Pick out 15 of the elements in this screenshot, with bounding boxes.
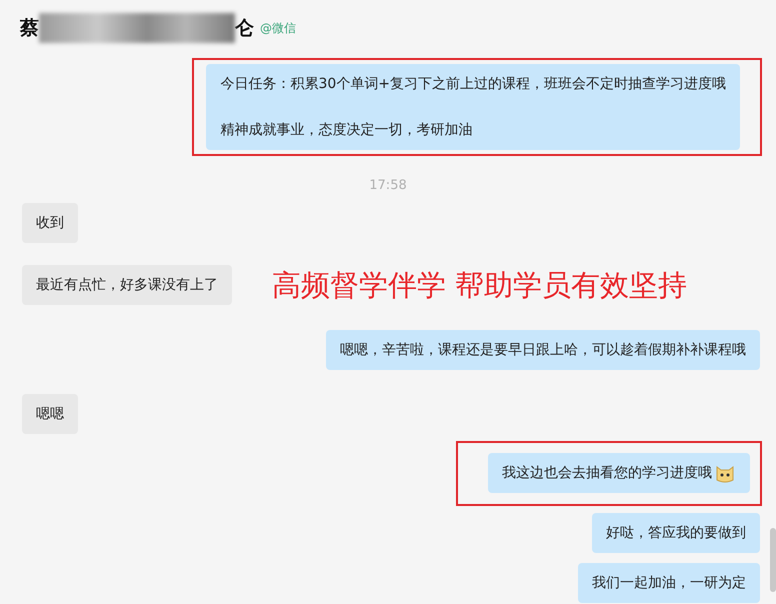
message-text: 收到 — [36, 214, 64, 233]
message-text: 今日任务：积累30个单词+复习下之前上过的课程，班班会不定时抽查学习进度哦 — [220, 75, 726, 94]
contact-source: @微信 — [260, 20, 296, 36]
timestamp: 17:58 — [369, 178, 407, 193]
message-text: 我这边也会去抽看您的学习进度哦 — [502, 464, 712, 483]
contact-name: 仑 — [235, 16, 254, 41]
contact-name: 蔡 — [20, 16, 39, 41]
message-text: 最近有点忙，好多课没有上了 — [36, 276, 218, 295]
scrollbar[interactable] — [770, 528, 776, 592]
message-text: 精神成就事业，态度决定一切，考研加油 — [220, 121, 474, 140]
message-text: 嗯嗯 — [36, 405, 64, 424]
message-text: 我们一起加油，一研为定 — [592, 574, 746, 593]
annotation-text: 高频督学伴学 帮助学员有效坚持 — [272, 267, 688, 304]
message-text: 好哒，答应我的要做到 — [606, 524, 746, 543]
message-text: 嗯嗯，辛苦啦，课程还是要早日跟上哈，可以趁着假期补补课程哦 — [340, 341, 746, 360]
